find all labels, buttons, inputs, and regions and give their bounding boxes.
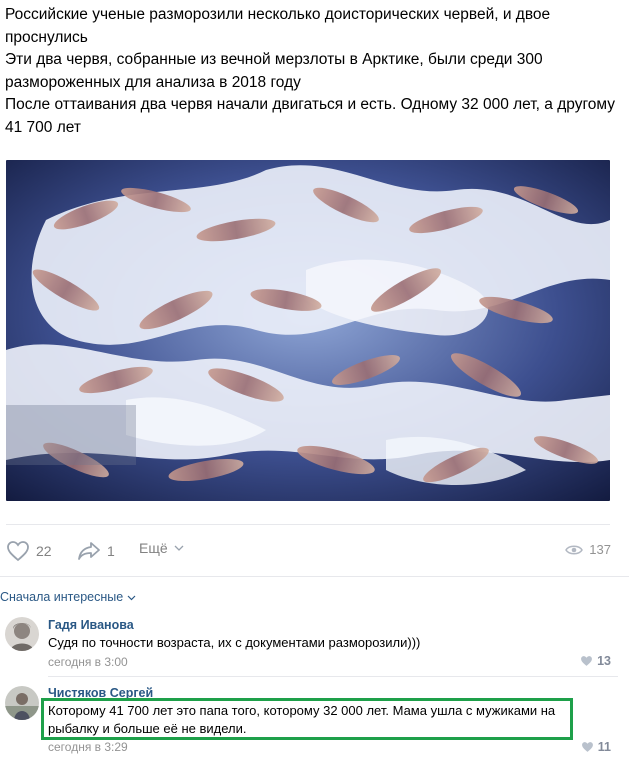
share-button[interactable]: 1	[77, 540, 115, 562]
comment-like-button[interactable]: 11	[581, 740, 611, 754]
highlight-box	[41, 698, 573, 740]
comment-date[interactable]: сегодня в 3:00	[48, 655, 128, 669]
avatar[interactable]	[5, 617, 39, 651]
eye-icon	[565, 545, 584, 554]
comment-date[interactable]: сегодня в 3:29	[48, 740, 128, 754]
heart-icon	[581, 656, 593, 666]
comment-divider	[48, 676, 618, 677]
comment-like-count: 11	[597, 740, 611, 754]
worms-photo-illustration	[6, 160, 610, 501]
avatar[interactable]	[5, 686, 39, 720]
post-line-3: После оттаивания два червя начали двигат…	[5, 96, 615, 136]
comment-like-count: 13	[597, 654, 611, 668]
more-label: Ещё	[139, 540, 168, 556]
post-photo[interactable]	[6, 160, 610, 501]
heart-icon	[7, 541, 29, 562]
post-text: Российские ученые разморозили несколько …	[5, 4, 620, 139]
views-counter: 137	[565, 542, 611, 557]
like-count: 22	[36, 543, 52, 559]
comment-like-button[interactable]: 13	[580, 654, 611, 668]
comments-sort-label: Сначала интересные	[0, 590, 124, 604]
share-arrow-icon	[78, 542, 100, 560]
share-count: 1	[107, 543, 115, 559]
chevron-down-icon	[174, 545, 184, 551]
comment-text: Судя по точности возраста, их с документ…	[48, 635, 421, 650]
like-button[interactable]: 22	[6, 540, 52, 562]
post-line-1: Российские ученые разморозили несколько …	[5, 6, 551, 46]
chevron-down-icon	[127, 595, 136, 600]
avatar-image	[5, 617, 39, 651]
actions-divider	[0, 576, 629, 577]
comments-sort-dropdown[interactable]: Сначала интересные	[0, 590, 136, 604]
post-line-2: Эти два червя, собранные из вечной мерзл…	[5, 51, 543, 91]
avatar-image	[5, 686, 39, 720]
post-divider	[6, 524, 610, 525]
heart-icon	[581, 742, 593, 752]
post-actions: 22 1 Ещё 137	[0, 536, 629, 566]
comment-author[interactable]: Гадя Иванова	[48, 618, 134, 632]
views-count: 137	[589, 542, 611, 557]
more-button[interactable]: Ещё	[139, 540, 184, 556]
